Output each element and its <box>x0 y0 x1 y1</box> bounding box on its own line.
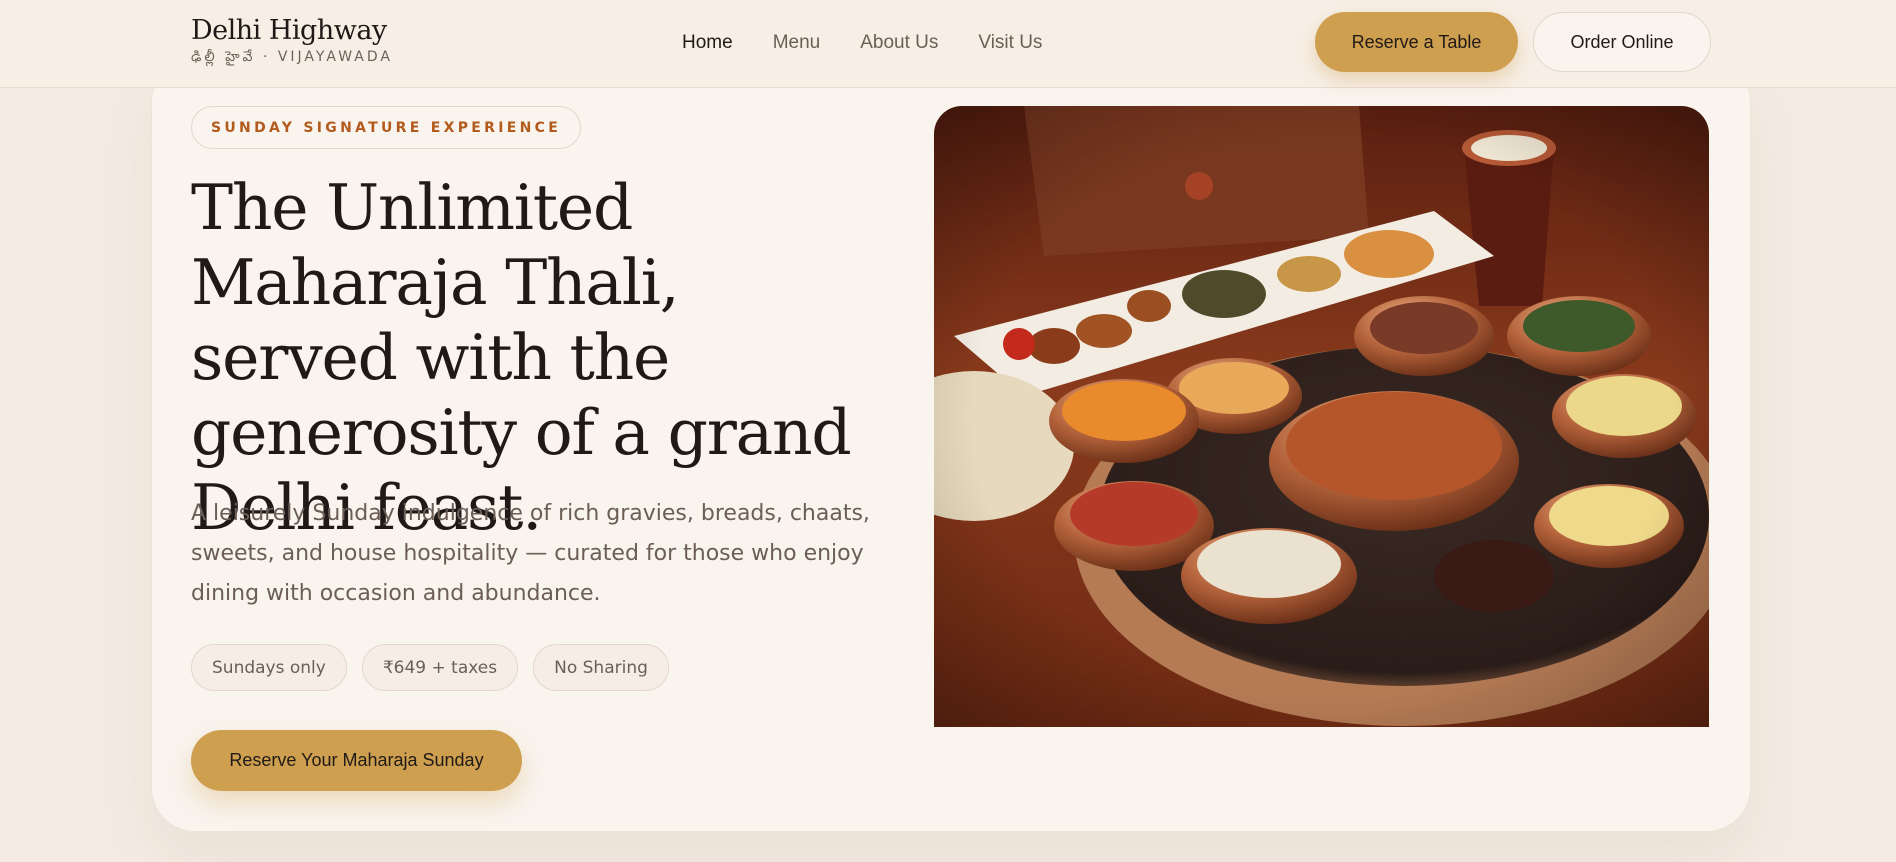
nav-about-us[interactable]: About Us <box>860 31 938 55</box>
site-header: Delhi Highway ఢిల్లీ హైవే · VIJAYAWADA H… <box>0 0 1896 88</box>
nav-visit-us[interactable]: Visit Us <box>978 31 1042 55</box>
reserve-maharaja-sunday-button[interactable]: Reserve Your Maharaja Sunday <box>191 730 522 791</box>
order-online-button[interactable]: Order Online <box>1533 12 1711 72</box>
eyebrow-badge: SUNDAY SIGNATURE EXPERIENCE <box>191 106 582 149</box>
pill-sundays-only: Sundays only <box>191 644 347 691</box>
brand-logo[interactable]: Delhi Highway ఢిల్లీ హైవే · VIJAYAWADA <box>191 14 393 66</box>
main-nav: Home Menu About Us Visit Us <box>682 31 1042 55</box>
brand-subtitle: ఢిల్లీ హైవే · VIJAYAWADA <box>191 49 393 65</box>
hero-title: The Unlimited Maharaja Thali, served wit… <box>191 171 852 544</box>
reserve-table-button[interactable]: Reserve a Table <box>1315 12 1518 72</box>
nav-home[interactable]: Home <box>682 31 733 55</box>
nav-menu[interactable]: Menu <box>773 31 821 55</box>
brand-name: Delhi Highway <box>191 15 387 46</box>
info-pills: Sundays only ₹649 + taxes No Sharing <box>191 644 669 691</box>
pill-no-sharing: No Sharing <box>533 644 669 691</box>
maharaja-thali-photo <box>934 106 1709 727</box>
hero-description: A leisurely Sunday indulgence of rich gr… <box>191 501 870 606</box>
pill-price: ₹649 + taxes <box>361 644 519 691</box>
